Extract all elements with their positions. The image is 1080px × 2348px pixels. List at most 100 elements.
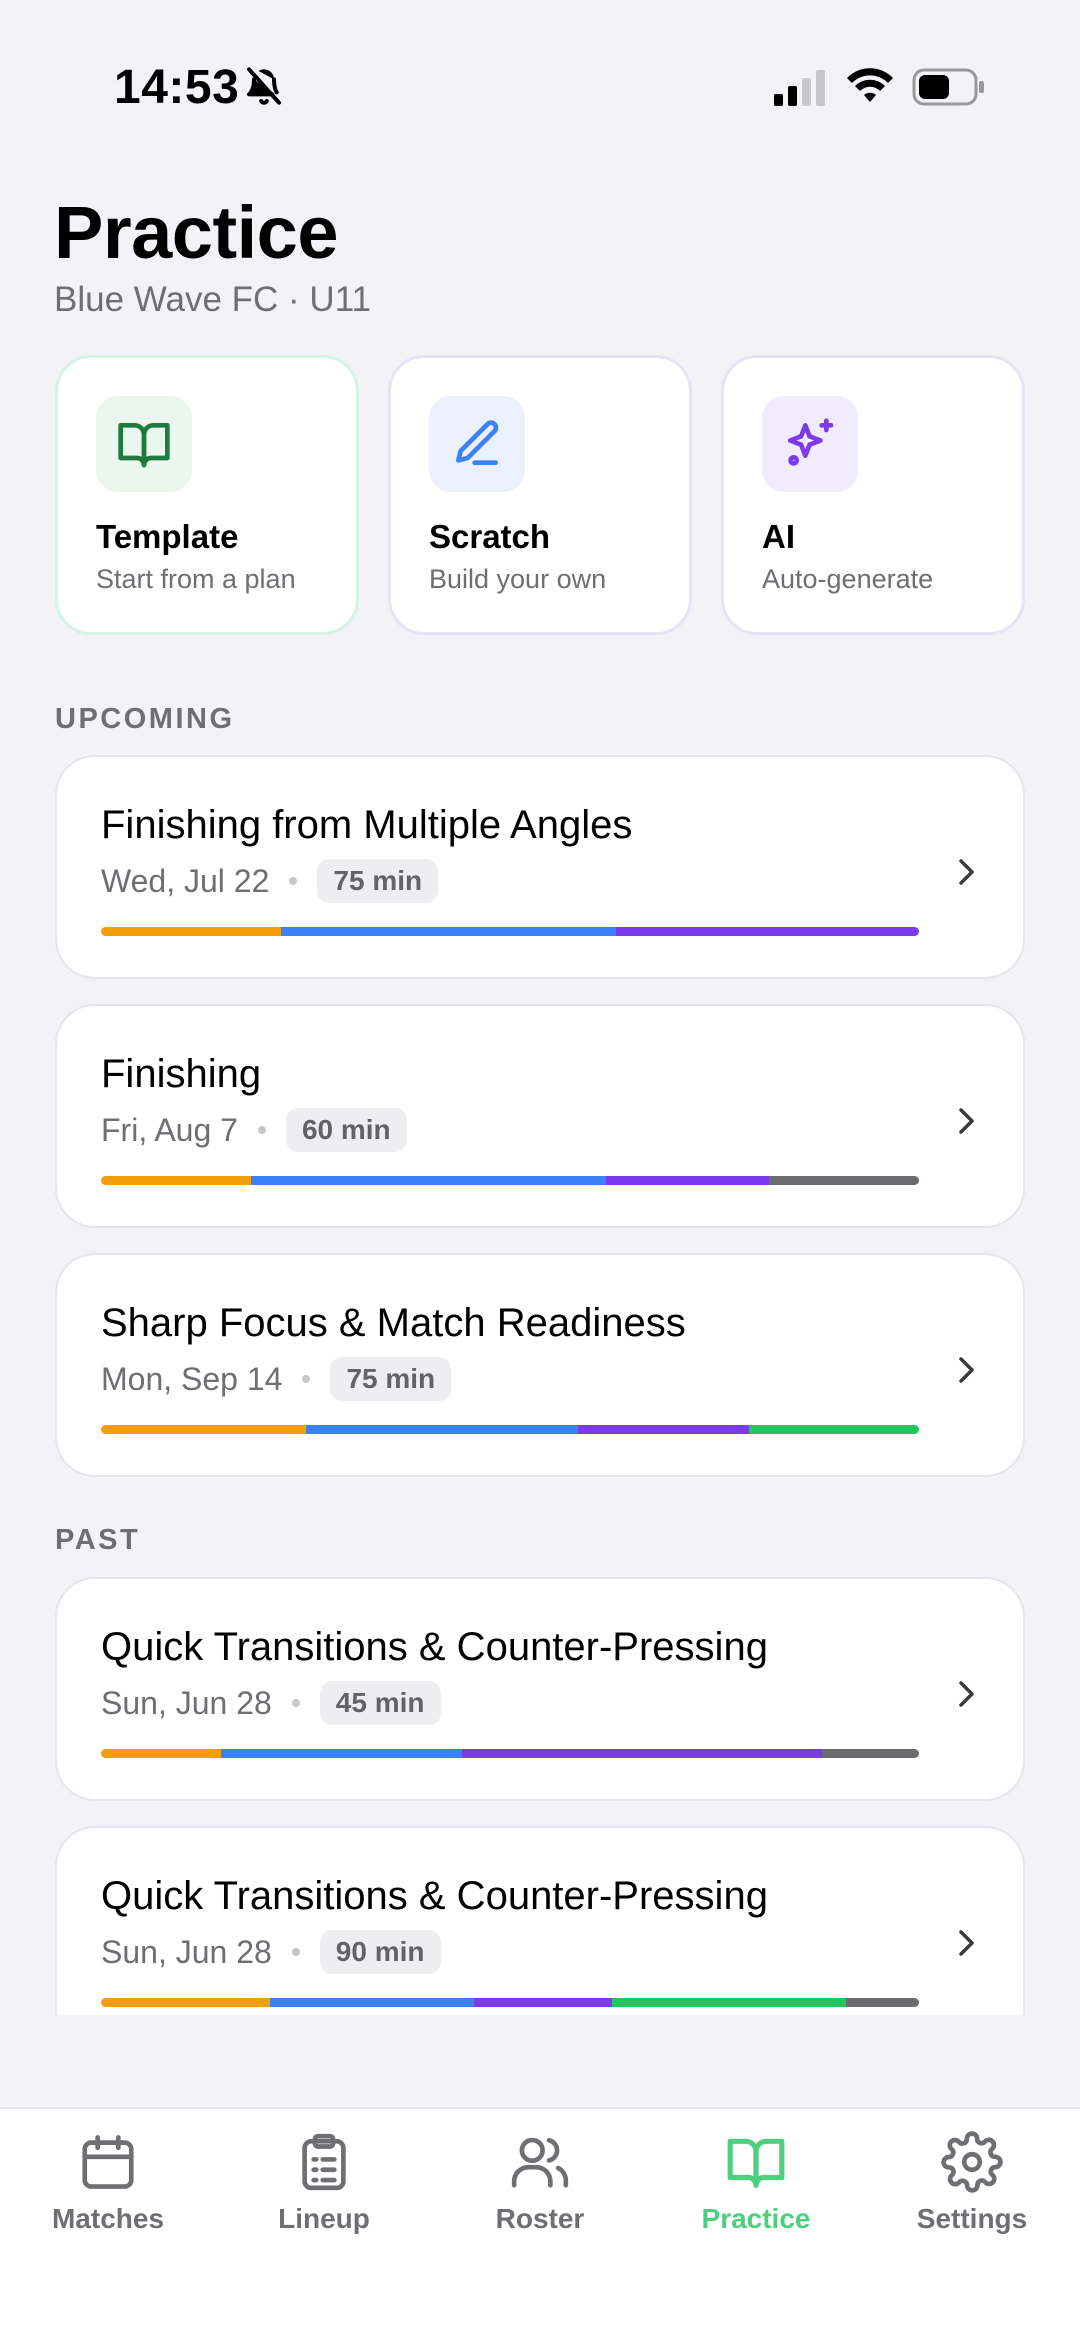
duration-badge: 45 min <box>319 1681 441 1725</box>
cellular-signal-icon <box>774 70 825 106</box>
practice-list[interactable]: Finishing from Multiple Angles Wed, Jul 2… <box>0 740 1080 2015</box>
users-icon <box>511 2137 569 2188</box>
bell-off-icon <box>247 67 281 105</box>
practice-meta: Wed, Jul 22 75 min <box>101 859 439 903</box>
page-title: Practice <box>54 191 338 274</box>
tab-label: Practice <box>701 2203 811 2234</box>
practice-title: Quick Transitions & Counter-Pressing <box>101 1874 768 1918</box>
activity-breakdown-bar <box>101 1749 919 1758</box>
activity-segment <box>748 1425 919 1434</box>
activity-segment <box>101 1998 270 2007</box>
chevron-right-icon <box>959 1108 974 1134</box>
practice-meta: Fri, Aug 7 60 min <box>101 1108 407 1152</box>
practice-title: Sharp Focus & Match Readiness <box>101 1301 686 1345</box>
battery-icon <box>912 68 984 106</box>
activity-breakdown-bar <box>101 927 919 936</box>
duration-badge: 60 min <box>285 1108 407 1152</box>
calendar-icon <box>82 2135 134 2189</box>
create-with-ai-button[interactable]: AI Auto-generate <box>721 355 1025 635</box>
activity-segment <box>612 1998 847 2007</box>
separator-dot <box>257 1126 266 1134</box>
separator-dot <box>291 1948 300 1956</box>
create-option-description: Auto-generate <box>762 564 934 594</box>
activity-segment <box>101 1176 251 1185</box>
separator-dot <box>302 1375 311 1383</box>
status-time: 14:53 <box>114 61 240 114</box>
separator-dot <box>291 1699 300 1707</box>
activity-segment <box>101 927 281 936</box>
create-option-title: Template <box>96 518 239 555</box>
chevron-right-icon <box>959 1681 974 1707</box>
clipboard-icon <box>302 2133 346 2191</box>
pencil-icon <box>456 420 499 465</box>
activity-segment <box>605 1176 770 1185</box>
chevron-right-icon <box>959 859 974 885</box>
activity-segment <box>101 1749 222 1758</box>
create-option-description: Start from a plan <box>96 564 296 594</box>
duration-badge: 75 min <box>317 859 439 903</box>
practice-date: Wed, Jul 22 <box>101 862 270 899</box>
practice-title: Finishing <box>101 1052 262 1096</box>
activity-segment <box>821 1749 919 1758</box>
activity-segment <box>769 1176 919 1185</box>
create-from-template-button[interactable]: Template Start from a plan <box>55 355 359 635</box>
activity-breakdown-bar <box>101 1425 919 1434</box>
activity-segment <box>250 1176 606 1185</box>
upcoming-section-header: UPCOMING <box>55 703 235 735</box>
template-icon-box <box>96 396 192 492</box>
activity-segment <box>474 1998 613 2007</box>
tab-bar: Matches Lineup Roster Practice Settings <box>0 2107 1080 2348</box>
status-bar: 14:53 <box>0 0 1080 160</box>
create-from-scratch-button[interactable]: Scratch Build your own <box>388 355 692 635</box>
practice-meta: Mon, Sep 14 75 min <box>101 1357 452 1401</box>
chevron-right-icon <box>959 1930 974 1956</box>
tab-roster[interactable]: Roster <box>432 2131 648 2251</box>
practice-meta: Sun, Jun 28 45 min <box>101 1681 441 1725</box>
practice-card[interactable]: Quick Transitions & Counter-Pressing Sun,… <box>55 1826 1025 2015</box>
tab-settings[interactable]: Settings <box>864 2131 1080 2251</box>
team-subtitle: Blue Wave FC · U11 <box>54 280 372 319</box>
tab-label: Settings <box>916 2203 1028 2234</box>
tab-label: Roster <box>495 2203 585 2234</box>
separator-dot <box>289 877 298 885</box>
activity-breakdown-bar <box>101 1176 919 1185</box>
activity-segment <box>305 1425 578 1434</box>
duration-badge: 75 min <box>330 1357 452 1401</box>
activity-segment <box>616 927 919 936</box>
tab-label: Matches <box>51 2203 165 2234</box>
practice-title: Finishing from Multiple Angles <box>101 803 633 847</box>
chevron-right-icon <box>959 1357 974 1383</box>
tab-matches[interactable]: Matches <box>0 2131 216 2251</box>
practice-card[interactable]: Quick Transitions & Counter-Pressing Sun,… <box>55 1577 1025 1801</box>
practice-card[interactable]: Sharp Focus & Match Readiness Mon, Sep 14… <box>55 1253 1025 1477</box>
activity-segment <box>461 1749 822 1758</box>
activity-segment <box>846 1998 919 2007</box>
ai-icon-box <box>762 396 858 492</box>
create-option-description: Build your own <box>429 564 607 594</box>
practice-date: Fri, Aug 7 <box>101 1111 238 1148</box>
practice-date: Mon, Sep 14 <box>101 1360 283 1397</box>
scratch-icon-box <box>429 396 525 492</box>
sparkles-icon <box>787 418 834 466</box>
activity-segment <box>280 927 617 936</box>
duration-badge: 90 min <box>319 1930 441 1974</box>
book-open-icon <box>118 423 170 468</box>
activity-segment <box>221 1749 462 1758</box>
create-option-title: Scratch <box>429 518 551 555</box>
tab-practice[interactable]: Practice <box>648 2131 864 2251</box>
create-option-title: AI <box>762 518 795 555</box>
activity-segment <box>577 1425 749 1434</box>
activity-segment <box>101 1425 306 1434</box>
practice-meta: Sun, Jun 28 90 min <box>101 1930 441 1974</box>
practice-card[interactable]: Finishing Fri, Aug 7 60 min <box>55 1004 1025 1228</box>
practice-date: Sun, Jun 28 <box>101 1933 272 1970</box>
book-open-icon <box>727 2138 785 2188</box>
tab-lineup[interactable]: Lineup <box>216 2131 432 2251</box>
activity-segment <box>269 1998 474 2007</box>
gear-icon <box>941 2131 1003 2193</box>
practice-date: Sun, Jun 28 <box>101 1684 272 1721</box>
practice-card[interactable]: Finishing from Multiple Angles Wed, Jul 2… <box>55 755 1025 979</box>
tab-label: Lineup <box>278 2203 370 2234</box>
activity-breakdown-bar <box>101 1998 919 2007</box>
wifi-icon <box>847 68 893 102</box>
